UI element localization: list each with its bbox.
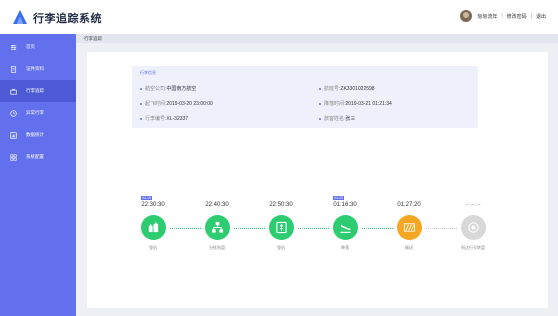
timeline-time: 22:40:30 [205, 202, 229, 208]
user-menu: 匆匆流年 | 修改密码 | 退出 [460, 10, 546, 22]
boarding-gate-icon [275, 221, 288, 234]
timeline-label: 登机 [149, 245, 157, 250]
tab-tracking[interactable]: 行李追踪 [84, 36, 102, 42]
timeline-step-4[interactable] [332, 215, 358, 240]
timeline-label: 降落 [341, 245, 349, 250]
sliders-icon [10, 44, 17, 51]
timeline-date-badge: 03-20 [333, 196, 344, 200]
tracking-card: 行李信息 航空公司:中国南方航空 航班号:ZK3301022598 起飞时间:2… [87, 52, 548, 308]
timeline-label: 分拣到盘 [209, 245, 225, 250]
clock-icon [10, 109, 17, 117]
change-password-link[interactable]: 修改密码 [507, 13, 527, 20]
sidebar-item-label: 行李追踪 [26, 88, 44, 93]
sidebar-item-documents[interactable]: 证件资料 [0, 58, 76, 80]
timeline-date-badge: 03-19 [141, 196, 152, 200]
timeline-time: 22:50:30 [269, 202, 293, 208]
app-logo-icon [13, 10, 27, 24]
sidebar-item-home[interactable]: 首页 [0, 36, 76, 58]
plane-landing-icon [339, 221, 352, 234]
app-title: 行李追踪系统 [33, 13, 102, 25]
timeline-time: --:--:-- [465, 202, 481, 208]
timeline-step-6[interactable] [460, 215, 486, 240]
main-content: 行李追踪 行李信息 航空公司:中国南方航空 航班号:ZK3301022598 起… [76, 34, 558, 316]
timeline-label: 到达行号转盘 [461, 245, 485, 250]
conveyor-icon [403, 221, 416, 234]
sidebar-item-tracking[interactable]: 行李追踪 [0, 80, 76, 102]
tab-strip: 行李追踪 [76, 34, 558, 43]
carousel-icon [467, 221, 480, 234]
tracking-timeline: 03-19 22:30:30 登机 22:40:30 分拣到盘 22:50:30 登机 03-… [87, 52, 548, 308]
timeline-label: 登机 [277, 245, 285, 250]
timeline-connector [169, 227, 201, 231]
timeline-connector [233, 227, 265, 231]
timeline-connector [297, 227, 329, 231]
document-icon [10, 65, 17, 73]
logout-link[interactable]: 退出 [536, 13, 546, 20]
sidebar-item-label: 异常行李 [26, 110, 44, 115]
timeline-time: 22:30:30 [141, 202, 165, 208]
timeline-time: 01:16:30 [333, 202, 357, 208]
bar-chart-icon [10, 131, 17, 139]
timeline-step-5[interactable] [396, 215, 422, 240]
sidebar-item-label: 首页 [26, 44, 35, 49]
timeline-time: 01:27:20 [397, 202, 421, 208]
timeline-label: 输送 [405, 245, 413, 250]
timeline-step-1[interactable] [140, 215, 166, 240]
sidebar-item-statistics[interactable]: 数据统计 [0, 124, 76, 146]
sorting-icon [211, 221, 224, 234]
luggage-icon [147, 221, 160, 234]
timeline-step-3[interactable] [268, 215, 294, 240]
timeline-connector [425, 227, 457, 231]
avatar[interactable] [460, 10, 473, 22]
header-separator: | [501, 13, 503, 19]
sidebar: 首页 证件资料 行李追踪 异常行李 数据统计 系统配置 [0, 34, 76, 316]
top-bar: 行李追踪系统 匆匆流年 | 修改密码 | 退出 [0, 0, 558, 34]
sidebar-item-exceptions[interactable]: 异常行李 [0, 102, 76, 124]
timeline-step-2[interactable] [204, 215, 230, 240]
timeline-connector [361, 227, 393, 231]
sidebar-item-label: 证件资料 [26, 66, 44, 71]
sidebar-item-label: 数据统计 [26, 132, 44, 137]
suitcase-icon [10, 88, 17, 95]
grid-icon [10, 153, 17, 161]
sidebar-item-settings[interactable]: 系统配置 [0, 146, 76, 168]
user-name[interactable]: 匆匆流年 [477, 13, 497, 20]
header-separator: | [530, 13, 532, 19]
sidebar-item-label: 系统配置 [26, 154, 44, 159]
